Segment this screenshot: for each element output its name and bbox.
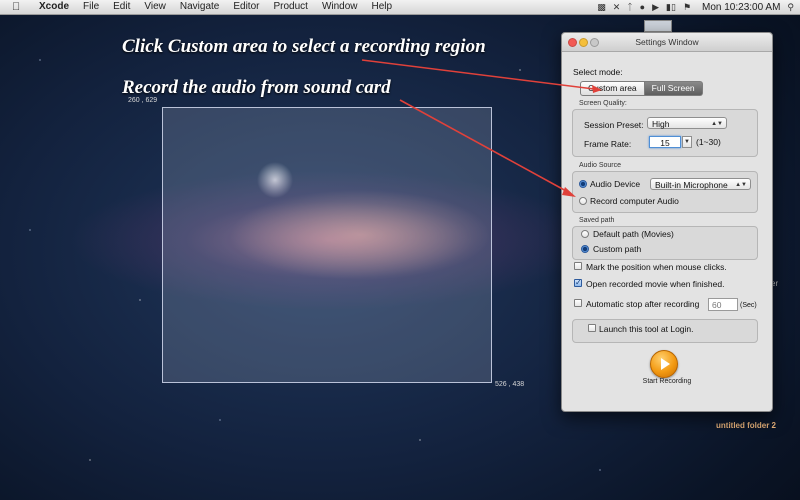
default-path-label[interactable]: Default path (Movies) [593, 229, 674, 239]
open-recorded-checkbox[interactable]: ✓ [574, 279, 582, 287]
auto-stop-unit: (Sec) [740, 302, 757, 309]
window-title: Settings Window [635, 37, 699, 47]
mark-position-label[interactable]: Mark the position when mouse clicks. [586, 262, 727, 272]
launch-login-checkbox[interactable] [588, 324, 596, 332]
tool-icon[interactable]: ✕ [613, 0, 621, 14]
mode-full-screen-button[interactable]: Full Screen [644, 81, 703, 96]
auto-stop-label[interactable]: Automatic stop after recording [586, 299, 699, 309]
frame-rate-label: Frame Rate: [584, 139, 632, 149]
recording-region[interactable] [162, 107, 492, 383]
mode-custom-area-button[interactable]: Custom area [580, 81, 645, 96]
auto-stop-seconds-field[interactable]: 60 [708, 298, 738, 311]
default-path-radio[interactable] [581, 230, 589, 238]
battery-icon[interactable]: ▮▯ [666, 0, 676, 14]
menu-editor[interactable]: Editor [226, 0, 266, 14]
record-computer-audio-radio[interactable] [579, 197, 587, 205]
start-recording-label[interactable]: Start Recording [622, 378, 712, 385]
frame-rate-field[interactable]: 15 [649, 136, 681, 148]
record-computer-audio-label[interactable]: Record computer Audio [590, 196, 679, 206]
menu-edit[interactable]: Edit [106, 0, 137, 14]
flag-icon[interactable]: ⚑ [683, 0, 691, 14]
frame-rate-range: (1~30) [696, 137, 721, 147]
select-mode-label: Select mode: [573, 67, 623, 77]
play-icon [661, 358, 670, 370]
menu-file[interactable]: File [76, 0, 106, 14]
apple-icon[interactable]:  [12, 1, 24, 13]
custom-path-radio[interactable] [581, 245, 589, 253]
status-area: ▩ ✕ ᛏ ● ▶ ▮▯ ⚑ Mon 10:23:00 AM ⚲ [597, 0, 800, 14]
session-preset-label: Session Preset: [584, 120, 644, 130]
window-titlebar[interactable]: Settings Window [562, 33, 772, 52]
start-recording-button[interactable] [650, 350, 678, 378]
desktop-folder-label[interactable]: untitled folder 2 [716, 421, 776, 430]
settings-window: Settings Window Select mode: Custom area… [561, 32, 773, 412]
launch-login-label[interactable]: Launch this tool at Login. [599, 324, 694, 334]
menu-navigate[interactable]: Navigate [173, 0, 226, 14]
mark-position-checkbox[interactable] [574, 262, 582, 270]
updown-arrows-icon: ▲▼ [735, 182, 747, 188]
caption-custom-area: Click Custom area to select a recording … [122, 36, 486, 57]
audio-device-value: Built-in Microphone [655, 180, 728, 190]
audio-source-label: Audio Source [579, 162, 622, 169]
desktop-file-icon[interactable] [644, 20, 672, 32]
menu-app-name[interactable]: Xcode [32, 0, 76, 14]
custom-path-label[interactable]: Custom path [593, 244, 641, 254]
mode-segmented-control: Custom area Full Screen [580, 81, 703, 96]
menu-window[interactable]: Window [315, 0, 365, 14]
screen-quality-label: Screen Quality: [579, 100, 627, 107]
caption-record-audio: Record the audio from sound card [122, 77, 391, 98]
audio-device-radio[interactable] [579, 180, 587, 188]
saved-path-label: Saved path [579, 217, 615, 224]
audio-device-popup[interactable]: Built-in Microphone ▲▼ [650, 178, 751, 190]
session-preset-value: High [652, 119, 670, 129]
menu-bar:  Xcode File Edit View Navigate Editor P… [0, 0, 800, 15]
menu-view[interactable]: View [137, 0, 173, 14]
bluetooth-icon[interactable]: ᛏ [627, 0, 632, 14]
wifi-icon[interactable]: ● [640, 0, 645, 14]
volume-icon[interactable]: ▶ [652, 0, 659, 14]
region-bottom-right-coord: 526 , 438 [495, 381, 525, 388]
menu-product[interactable]: Product [266, 0, 314, 14]
spotlight-icon[interactable]: ⚲ [787, 0, 794, 14]
menu-clock[interactable]: Mon 10:23:00 AM [702, 2, 780, 13]
session-preset-popup[interactable]: High ▲▼ [647, 117, 727, 129]
open-recorded-label[interactable]: Open recorded movie when finished. [586, 279, 724, 289]
updown-arrows-icon: ▲▼ [711, 121, 723, 127]
auto-stop-checkbox[interactable] [574, 299, 582, 307]
audio-device-label[interactable]: Audio Device [590, 179, 640, 189]
menu-help[interactable]: Help [365, 0, 400, 14]
keychain-icon[interactable]: ▩ [597, 0, 606, 14]
checkmark-icon: ✓ [575, 278, 582, 287]
frame-rate-dropdown-icon[interactable]: ▼ [682, 136, 692, 148]
